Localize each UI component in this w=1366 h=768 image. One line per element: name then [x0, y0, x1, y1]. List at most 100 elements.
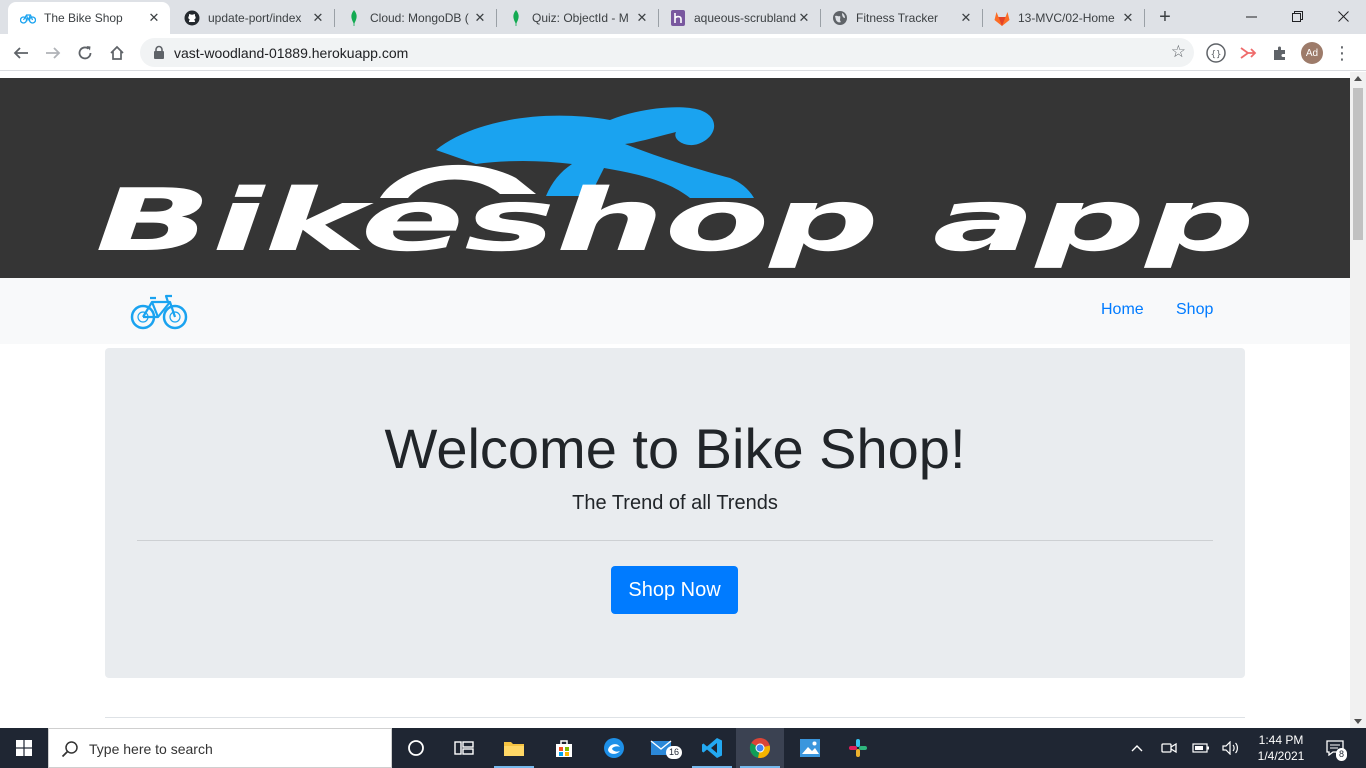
tab-title: Fitness Tracker	[856, 11, 939, 25]
shop-now-button[interactable]: Shop Now	[611, 566, 738, 614]
address-bar[interactable]: vast-woodland-01889.herokuapp.com ☆	[140, 38, 1194, 67]
page-viewport: Bikeshop app Home Shop Welcome to Bike S…	[0, 72, 1350, 728]
battery-icon	[1192, 743, 1209, 753]
content-divider	[105, 717, 1245, 718]
store-button[interactable]	[540, 728, 588, 768]
close-icon	[1337, 10, 1349, 22]
restore-icon	[1291, 10, 1303, 22]
close-tab-icon[interactable]: ✕	[958, 10, 974, 26]
chevron-up-icon	[1131, 745, 1143, 752]
extensions-puzzle-icon[interactable]	[1269, 42, 1291, 64]
tab-title: aqueous-scrubland	[694, 11, 796, 25]
svg-text:{}: {}	[1211, 50, 1222, 60]
tab-title: Cloud: MongoDB (	[370, 11, 469, 25]
tab-title: Quiz: ObjectId - M	[532, 11, 629, 25]
bikeshop-logo: Bikeshop app	[95, 107, 1255, 271]
reload-icon	[78, 46, 92, 60]
notification-badge: 8	[1336, 748, 1348, 761]
forward-button[interactable]	[40, 40, 66, 66]
camera-icon	[1161, 742, 1177, 754]
tab-title: 13-MVC/02-Home	[1018, 11, 1115, 25]
home-button[interactable]	[104, 40, 130, 66]
close-tab-icon[interactable]: ✕	[146, 10, 162, 26]
hero-divider	[137, 540, 1213, 541]
heroku-icon	[670, 10, 686, 26]
close-window-button[interactable]	[1320, 0, 1366, 32]
clock-date: 1/4/2021	[1257, 749, 1305, 763]
taskbar-clock[interactable]: 1:44 PM 1/4/2021	[1248, 732, 1314, 764]
arrow-left-icon	[13, 47, 28, 59]
volume-button[interactable]	[1220, 728, 1242, 768]
tab-title: The Bike Shop	[44, 11, 123, 25]
nav-link-home[interactable]: Home	[1101, 301, 1144, 319]
search-icon	[61, 741, 78, 758]
windows-taskbar: Type here to search 16 1:44 PM 1/4/2021 …	[0, 728, 1366, 768]
edge-browser-button[interactable]	[590, 728, 638, 768]
nav-link-shop[interactable]: Shop	[1176, 301, 1213, 319]
bicycle-icon	[20, 10, 36, 26]
browser-tab-strip: The Bike Shop ✕ update-port/index ✕ Clou…	[0, 0, 1366, 34]
scrollbar-thumb[interactable]	[1353, 88, 1363, 240]
gitlab-icon	[994, 10, 1010, 26]
close-tab-icon[interactable]: ✕	[634, 10, 650, 26]
mail-badge: 16	[666, 746, 683, 759]
tab-fitness-tracker[interactable]: Fitness Tracker ✕	[820, 2, 982, 34]
scroll-down-icon[interactable]	[1354, 719, 1362, 724]
slack-icon	[849, 739, 867, 757]
home-icon	[110, 45, 124, 60]
file-explorer-button[interactable]	[490, 728, 538, 768]
vscode-button[interactable]	[688, 728, 736, 768]
vscode-icon	[702, 738, 722, 758]
meet-now-button[interactable]	[1158, 728, 1180, 768]
battery-button[interactable]	[1190, 728, 1212, 768]
tab-mvc-home[interactable]: 13-MVC/02-Home ✕	[982, 2, 1144, 34]
start-button[interactable]	[0, 728, 48, 768]
search-placeholder: Type here to search	[89, 741, 213, 757]
mail-button[interactable]: 16	[638, 728, 686, 768]
cortana-button[interactable]	[392, 728, 440, 768]
close-tab-icon[interactable]: ✕	[1120, 10, 1136, 26]
extension-arrow-icon[interactable]	[1237, 42, 1259, 64]
slack-button[interactable]	[834, 728, 882, 768]
site-navbar: Home Shop	[0, 278, 1350, 344]
scroll-up-icon[interactable]	[1354, 76, 1362, 81]
github-icon	[184, 10, 200, 26]
hero-jumbotron: Welcome to Bike Shop! The Trend of all T…	[105, 348, 1245, 678]
tab-cloud-mongodb[interactable]: Cloud: MongoDB ( ✕	[334, 2, 496, 34]
arrow-right-icon	[46, 47, 61, 59]
tab-update-port[interactable]: update-port/index ✕	[172, 2, 334, 34]
action-center-button[interactable]: 8	[1320, 728, 1350, 768]
close-tab-icon[interactable]: ✕	[472, 10, 488, 26]
windows-logo-icon	[16, 740, 32, 756]
reload-button[interactable]	[72, 40, 98, 66]
chrome-button[interactable]	[736, 728, 784, 768]
tab-title: update-port/index	[208, 11, 302, 25]
speaker-icon	[1222, 741, 1238, 755]
close-tab-icon[interactable]: ✕	[796, 10, 812, 26]
taskbar-search[interactable]: Type here to search	[48, 728, 392, 768]
back-button[interactable]	[8, 40, 34, 66]
store-bag-icon	[556, 740, 572, 757]
tab-quiz-objectid[interactable]: Quiz: ObjectId - M ✕	[496, 2, 658, 34]
brand-bicycle-icon[interactable]	[130, 292, 188, 330]
tab-aqueous-scrubland[interactable]: aqueous-scrubland ✕	[658, 2, 820, 34]
show-hidden-icons-button[interactable]	[1126, 728, 1148, 768]
photos-button[interactable]	[786, 728, 834, 768]
tab-the-bike-shop[interactable]: The Bike Shop ✕	[8, 2, 170, 34]
edge-icon	[604, 738, 624, 758]
new-tab-button[interactable]: +	[1154, 6, 1176, 28]
globe-icon	[832, 10, 848, 26]
bookmark-star-icon[interactable]: ☆	[1171, 42, 1186, 62]
clock-time: 1:44 PM	[1258, 733, 1304, 747]
chrome-icon	[749, 738, 771, 759]
site-banner: Bikeshop app	[0, 78, 1350, 278]
browser-menu-icon[interactable]: ⋮	[1333, 42, 1351, 64]
minimize-window-button[interactable]	[1228, 0, 1274, 32]
close-tab-icon[interactable]: ✕	[310, 10, 326, 26]
mongodb-leaf-icon	[346, 10, 362, 26]
restore-window-button[interactable]	[1274, 0, 1320, 32]
task-view-button[interactable]	[440, 728, 488, 768]
page-scrollbar[interactable]	[1350, 72, 1366, 728]
extension-code-icon[interactable]: {}	[1205, 42, 1227, 64]
profile-avatar[interactable]: Ad	[1301, 42, 1323, 64]
